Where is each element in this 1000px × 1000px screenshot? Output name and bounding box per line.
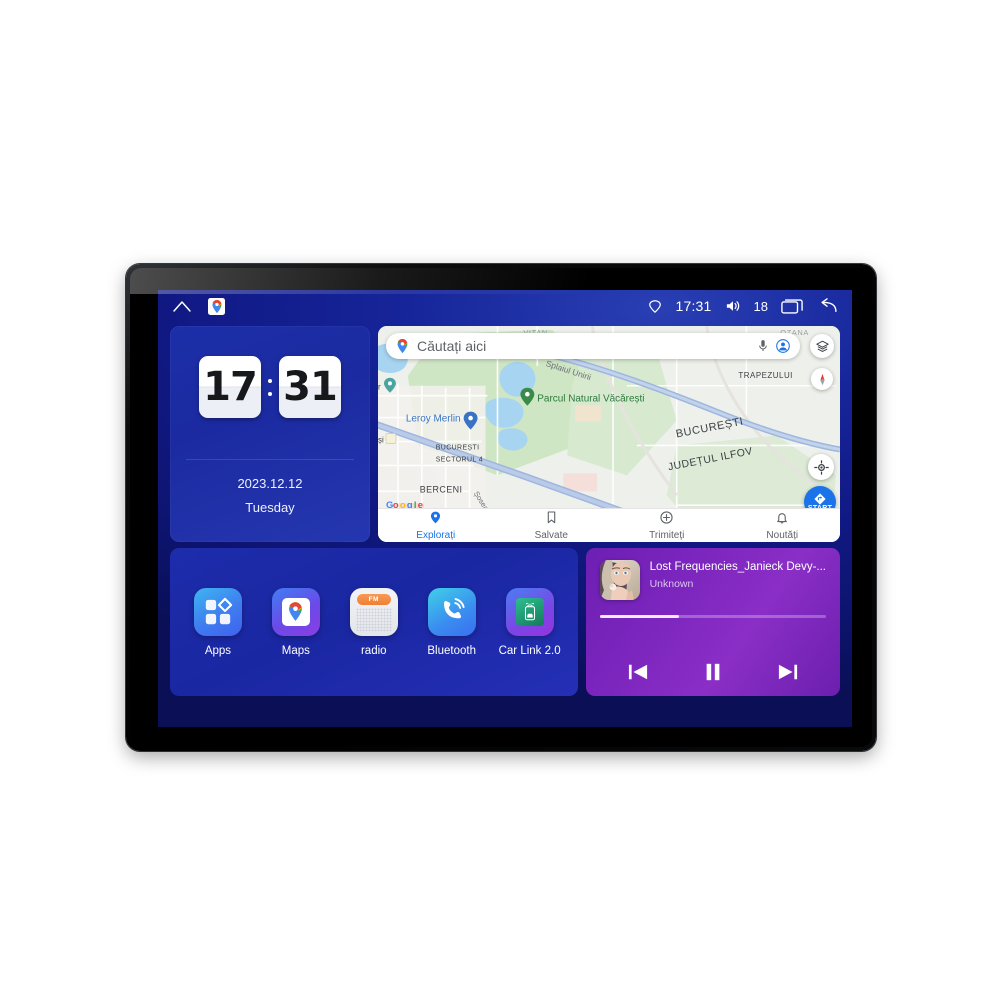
- map-nav-label: Explorați: [416, 529, 456, 541]
- clock-date: 2023.12.12: [237, 476, 303, 491]
- clock-minutes: 31: [279, 356, 341, 418]
- app-label: Bluetooth: [427, 644, 476, 657]
- app-item-apps[interactable]: Apps: [182, 587, 254, 657]
- clock-weekday: Tuesday: [245, 500, 295, 515]
- fm-badge: FM: [356, 593, 391, 605]
- divider: [186, 459, 354, 460]
- track-title: Lost Frequencies_Janieck Devy-...: [649, 561, 826, 573]
- car-head-unit-device: 17:31 18 17 31 2023.12.12 Tuesday OZANA …: [126, 264, 876, 751]
- maps-tile: [281, 597, 310, 626]
- bell-icon: [776, 511, 788, 529]
- map-nav-label: Noutăți: [766, 529, 799, 541]
- fm-radio-icon: FM: [349, 587, 398, 636]
- svg-text:Leroy Merlin: Leroy Merlin: [406, 414, 461, 425]
- app-label: Maps: [281, 644, 310, 657]
- recents-icon[interactable]: [781, 298, 803, 314]
- app-label: Apps: [204, 644, 232, 657]
- radio-speaker-grill: [355, 607, 392, 631]
- map-widget[interactable]: VITAN OZANA TRAPEZULUI Unirii Splaiul Un…: [378, 326, 840, 542]
- carlink-tile: [515, 597, 544, 626]
- back-icon[interactable]: [816, 298, 838, 314]
- bluetooth-phone-icon: [427, 587, 476, 636]
- home-icon[interactable]: [172, 299, 192, 313]
- gps-location-icon: [648, 299, 662, 313]
- track-artist: Unknown: [649, 578, 694, 590]
- microphone-icon[interactable]: [758, 339, 768, 353]
- app-label: radio: [360, 644, 387, 657]
- next-track-icon[interactable]: [777, 662, 799, 682]
- map-nav-saved[interactable]: Salvate: [494, 510, 610, 541]
- device-bezel: 17:31 18 17 31 2023.12.12 Tuesday OZANA …: [130, 268, 872, 747]
- status-time: 17:31: [675, 298, 712, 314]
- status-bar: 17:31 18: [158, 290, 852, 322]
- widgets-row: 17 31 2023.12.12 Tuesday OZANA TRAPEZULU…: [170, 326, 840, 542]
- clock-hours: 17: [199, 356, 261, 418]
- album-art: [599, 560, 640, 600]
- svg-text:SECTORUL 4: SECTORUL 4: [436, 456, 483, 463]
- flip-clock: 17 31: [170, 356, 370, 418]
- svg-text:BERCENI: BERCENI: [420, 484, 463, 494]
- volume-level: 18: [753, 298, 768, 314]
- search-input[interactable]: Căutați aici: [417, 338, 750, 354]
- app-item-radio[interactable]: FM radio: [338, 587, 410, 657]
- car-link-icon: [505, 587, 554, 636]
- apps-grid-icon: [193, 587, 242, 636]
- google-maps-icon[interactable]: [208, 297, 225, 315]
- app-item-maps[interactable]: Maps: [260, 587, 332, 657]
- svg-text:BUCUREȘTI: BUCUREȘTI: [436, 444, 480, 451]
- map-bottom-nav: Explorați Salvate Trimiteți Noutăți: [378, 508, 840, 542]
- app-item-bluetooth[interactable]: Bluetooth: [416, 587, 488, 657]
- clock-colon: [267, 378, 273, 396]
- google-maps-icon: [271, 587, 320, 636]
- map-nav-updates[interactable]: Noutăți: [725, 511, 841, 541]
- map-search-bar[interactable]: Căutați aici: [386, 333, 800, 359]
- my-location-icon[interactable]: [808, 454, 834, 480]
- app-label: Car Link 2.0: [498, 644, 561, 657]
- bottom-row: Apps Maps FM radio Bluetooth Car Link 2.…: [170, 548, 840, 696]
- progress-bar-fill: [599, 615, 679, 618]
- player-controls: [600, 662, 826, 682]
- volume-icon[interactable]: [725, 299, 741, 313]
- svg-text:și: și: [378, 435, 384, 444]
- app-item-carlink[interactable]: Car Link 2.0: [494, 587, 566, 657]
- svg-text:r: r: [378, 383, 381, 392]
- search-maps-pin-icon: [396, 339, 409, 353]
- clock-widget[interactable]: 17 31 2023.12.12 Tuesday: [170, 326, 370, 542]
- compass-icon[interactable]: [811, 368, 833, 390]
- progress-bar[interactable]: [599, 615, 826, 618]
- account-avatar-icon[interactable]: [776, 339, 790, 353]
- map-nav-contribute[interactable]: Trimiteți: [609, 510, 725, 541]
- svg-text:TRAPEZULUI: TRAPEZULUI: [738, 371, 792, 380]
- contribute-icon: [660, 510, 673, 529]
- map-nav-label: Salvate: [534, 529, 568, 541]
- svg-text:Parcul Natural Văcărești: Parcul Natural Văcărești: [537, 394, 644, 405]
- music-player-widget[interactable]: Lost Frequencies_Janieck Devy-... Unknow…: [585, 548, 840, 696]
- map-nav-explore[interactable]: Explorați: [378, 511, 494, 541]
- map-layers-icon[interactable]: [810, 334, 834, 358]
- app-dock: Apps Maps FM radio Bluetooth Car Link 2.…: [170, 548, 578, 696]
- map-nav-label: Trimiteți: [649, 529, 685, 541]
- previous-track-icon[interactable]: [627, 662, 649, 682]
- pause-icon[interactable]: [703, 662, 723, 682]
- explore-pin-icon: [430, 511, 441, 529]
- screen: 17:31 18 17 31 2023.12.12 Tuesday OZANA …: [158, 290, 852, 727]
- bookmark-icon: [546, 510, 557, 529]
